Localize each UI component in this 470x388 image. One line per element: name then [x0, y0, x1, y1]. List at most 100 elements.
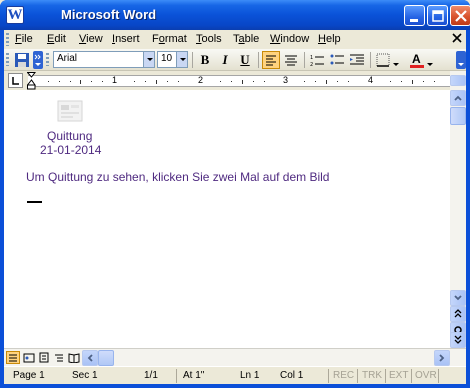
status-separator: [328, 369, 329, 383]
menu-help[interactable]: Help: [318, 33, 341, 45]
menu-tools[interactable]: Tools: [196, 33, 222, 45]
menu-view-rest: iew: [86, 33, 103, 45]
word-window: W Microsoft Word File Edit View Insert F…: [0, 0, 470, 388]
scroll-down-button[interactable]: [450, 290, 466, 306]
font-name-value: Arial: [57, 53, 78, 64]
status-ext[interactable]: EXT: [389, 370, 408, 381]
double-chevron-up-icon: [454, 309, 462, 318]
toolbar-overflow-icon[interactable]: [33, 51, 43, 69]
font-color-dropdown-icon[interactable]: [427, 58, 433, 70]
bold-button[interactable]: B: [196, 51, 214, 69]
ruler-mark: [242, 80, 243, 84]
menu-help-rest: elp: [325, 33, 341, 45]
ruler-mark: [304, 81, 305, 82]
close-button[interactable]: [450, 5, 470, 26]
vertical-scrollbar[interactable]: [450, 71, 466, 348]
scroll-up-button[interactable]: [450, 90, 466, 106]
menu-insert[interactable]: Insert: [112, 33, 140, 45]
font-name-combo[interactable]: Arial: [53, 51, 155, 68]
borders-button[interactable]: [374, 51, 392, 69]
font-color-icon: A: [410, 52, 424, 68]
horizontal-scroll-row: [4, 348, 466, 366]
status-column: Col 1: [280, 370, 304, 381]
minimize-button[interactable]: [404, 5, 425, 26]
menu-file[interactable]: File: [15, 33, 33, 45]
underline-button[interactable]: U: [236, 51, 254, 69]
status-line: Ln 1: [240, 370, 260, 381]
title-bar[interactable]: W Microsoft Word: [0, 0, 470, 30]
font-size-value: 10: [161, 53, 173, 64]
bullets-button[interactable]: [328, 51, 346, 69]
normal-view-button[interactable]: [6, 351, 20, 364]
ruler-mark: [91, 81, 92, 82]
menu-edit-rest: dit: [54, 33, 66, 45]
menu-grip[interactable]: [6, 33, 9, 46]
bulleted-list-icon: [330, 54, 344, 65]
ruler-mark: [178, 81, 179, 82]
tab-selector[interactable]: [8, 73, 23, 88]
scroll-right-button[interactable]: [434, 350, 450, 366]
italic-button[interactable]: I: [216, 51, 234, 69]
save-button[interactable]: [13, 51, 31, 69]
chevron-down-icon: [454, 295, 462, 301]
document-page[interactable]: Quittung 21-01-2014 Um Quittung zu sehen…: [4, 90, 450, 348]
font-size-combo[interactable]: 10: [157, 51, 188, 68]
ruler-number: 3: [283, 75, 289, 85]
toolbar-grip-2[interactable]: [46, 53, 49, 66]
menu-view[interactable]: View: [79, 33, 103, 45]
chevron-left-icon: [87, 354, 93, 362]
status-separator: [357, 369, 358, 383]
next-page-button[interactable]: [450, 332, 466, 348]
numbering-button[interactable]: 12: [308, 51, 326, 69]
reading-layout-button[interactable]: [67, 351, 81, 364]
image-caption: Quittung: [47, 129, 93, 143]
status-trk[interactable]: TRK: [362, 370, 382, 381]
ruler-number: 1: [112, 75, 118, 85]
svg-text:A: A: [412, 52, 421, 66]
vertical-scroll-thumb[interactable]: [450, 107, 466, 125]
menu-table[interactable]: Table: [233, 33, 259, 45]
font-color-button[interactable]: A: [408, 51, 426, 69]
borders-icon: [376, 53, 390, 67]
toolbar-end-overflow-icon[interactable]: [456, 51, 466, 69]
receipt-image[interactable]: [54, 97, 85, 125]
window-title: Microsoft Word: [61, 7, 157, 22]
maximize-button[interactable]: [427, 5, 448, 26]
ruler-mark: [264, 81, 265, 82]
outline-view-button[interactable]: [52, 351, 66, 364]
scroll-left-button[interactable]: [82, 350, 98, 366]
web-layout-view-button[interactable]: [22, 351, 36, 364]
align-left-button[interactable]: [262, 51, 280, 69]
horizontal-ruler[interactable]: 1 2 3 4: [26, 72, 454, 90]
ruler-mark: [423, 81, 424, 82]
numbered-list-icon: 12: [310, 55, 324, 68]
menu-close-icon[interactable]: [451, 32, 463, 44]
chevron-down-icon[interactable]: [176, 52, 187, 67]
ruler-mark: [59, 81, 60, 82]
reading-view-icon: [68, 353, 80, 364]
split-box[interactable]: [450, 75, 466, 86]
maximize-icon: [432, 10, 444, 22]
borders-dropdown-icon[interactable]: [393, 58, 399, 70]
ruler-mark: [134, 81, 135, 82]
print-layout-view-button[interactable]: [37, 351, 51, 364]
status-rec[interactable]: REC: [333, 370, 354, 381]
svg-text:2: 2: [310, 62, 313, 68]
toolbar-grip[interactable]: [6, 53, 9, 66]
menu-window[interactable]: Window: [270, 33, 309, 45]
menu-edit[interactable]: Edit: [47, 33, 66, 45]
previous-page-button[interactable]: [450, 306, 466, 322]
ruler-mark: [70, 81, 71, 82]
chevron-down-icon[interactable]: [143, 52, 154, 67]
horizontal-scroll-thumb[interactable]: [98, 350, 114, 366]
status-ovr[interactable]: OVR: [415, 370, 437, 381]
indent-button[interactable]: [348, 51, 366, 69]
ruler-mark: [156, 80, 157, 84]
double-chevron-down-icon: [454, 335, 462, 344]
align-center-button[interactable]: [282, 51, 300, 69]
document-thumbnail-icon: [57, 100, 83, 122]
menu-format[interactable]: Format: [152, 33, 187, 45]
ruler-mark: [326, 80, 327, 84]
status-separator: [385, 369, 386, 383]
word-icon[interactable]: W: [6, 6, 24, 24]
